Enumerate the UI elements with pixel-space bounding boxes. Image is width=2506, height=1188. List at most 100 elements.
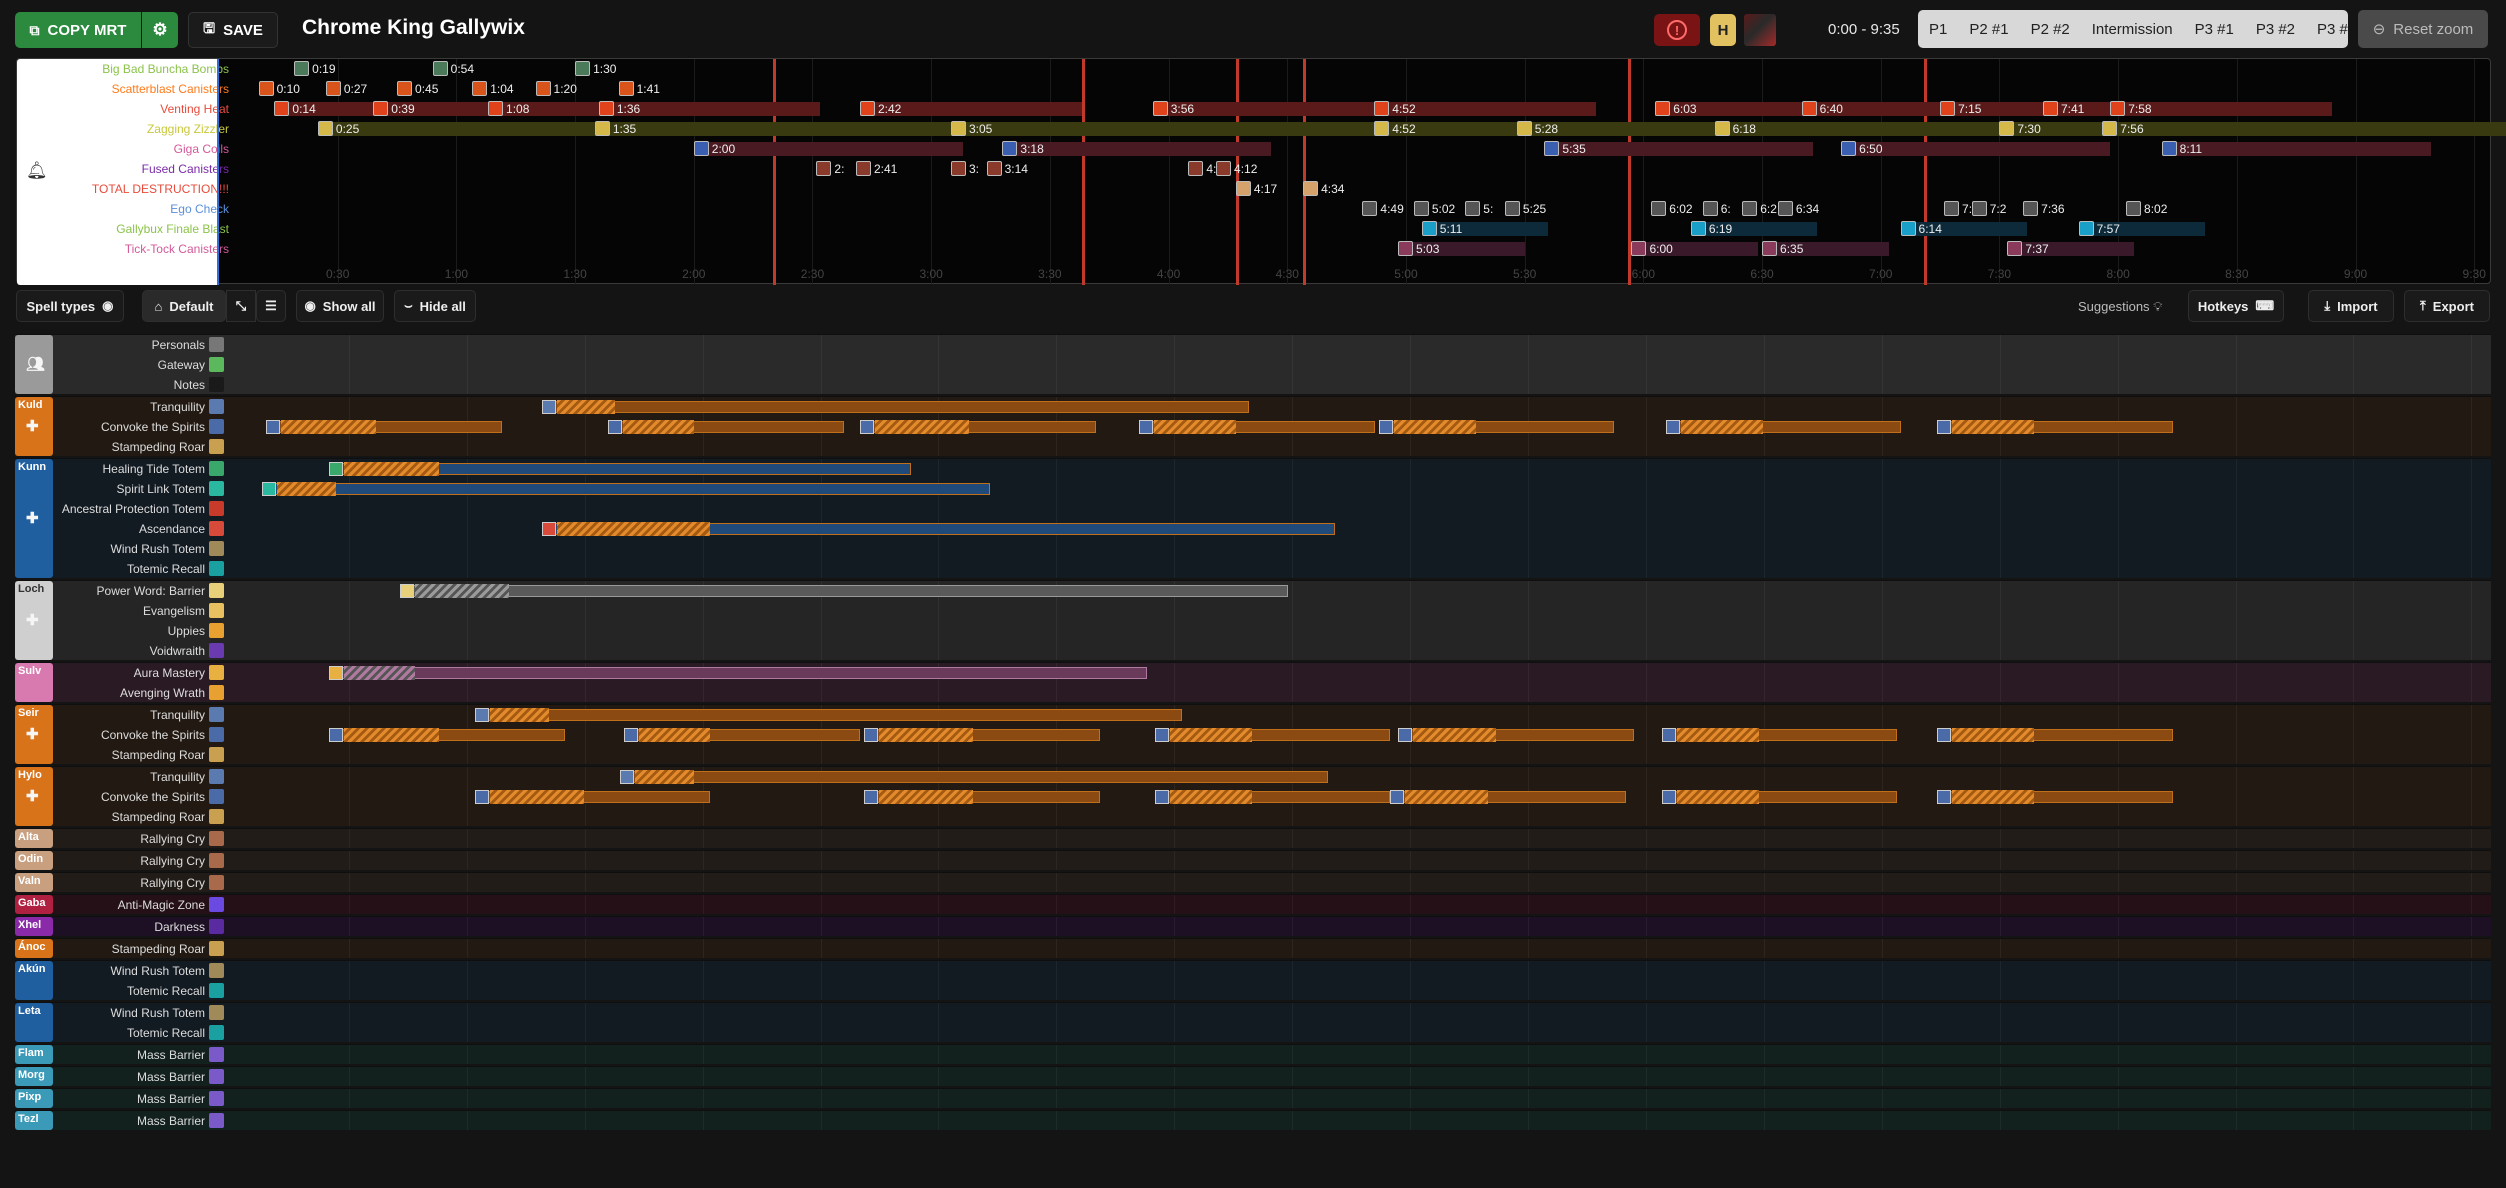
ability-icon[interactable] — [373, 101, 389, 116]
spell-icon[interactable] — [209, 1113, 224, 1128]
ability-icon[interactable] — [575, 61, 591, 76]
ability-icon[interactable] — [1421, 221, 1437, 236]
spell-icon[interactable] — [209, 1069, 224, 1084]
spell-icon[interactable] — [209, 461, 224, 476]
spell-track[interactable] — [231, 789, 2491, 806]
spell-track[interactable] — [231, 461, 2491, 478]
cast-marker[interactable] — [1936, 420, 1951, 434]
ability-icon[interactable] — [1944, 201, 1960, 216]
player-name-tag[interactable]: Tezl — [15, 1111, 53, 1130]
add-cast-icon[interactable]: ✚ — [26, 789, 39, 804]
ability-icon[interactable] — [1801, 101, 1817, 116]
ability-icon[interactable] — [1362, 201, 1378, 216]
spell-track[interactable] — [231, 875, 2491, 892]
spell-icon[interactable] — [209, 665, 224, 680]
spell-track[interactable] — [231, 541, 2491, 558]
spell-track[interactable] — [231, 853, 2491, 870]
ability-icon[interactable] — [1777, 201, 1793, 216]
ability-icon[interactable] — [1762, 241, 1778, 256]
export-button[interactable]: ⤒ Export — [2404, 290, 2490, 322]
spell-track[interactable] — [231, 665, 2491, 682]
spell-track[interactable] — [231, 623, 2491, 640]
ability-icon[interactable] — [598, 101, 614, 116]
cast-marker[interactable] — [474, 790, 489, 804]
ability-icon[interactable] — [488, 101, 504, 116]
spell-track[interactable] — [231, 521, 2491, 538]
ability-icon[interactable] — [294, 61, 310, 76]
ability-icon[interactable] — [2042, 101, 2058, 116]
spell-track[interactable] — [231, 941, 2491, 958]
spell-icon[interactable] — [209, 1091, 224, 1106]
ability-icon[interactable] — [1544, 141, 1560, 156]
player-name-tag[interactable]: Pixp — [15, 1089, 53, 1108]
ability-icon[interactable] — [325, 81, 341, 96]
ability-icon[interactable] — [1188, 161, 1204, 176]
ability-icon[interactable] — [1374, 121, 1390, 136]
spell-icon[interactable] — [209, 583, 224, 598]
cast-marker[interactable] — [1138, 420, 1153, 434]
cast-marker[interactable] — [1378, 420, 1393, 434]
add-cast-icon[interactable]: ✚ — [26, 727, 39, 742]
ability-icon[interactable] — [1631, 241, 1647, 256]
player-name-tag[interactable]: Xhel — [15, 917, 53, 936]
spell-icon[interactable] — [209, 685, 224, 700]
player-name-tag[interactable]: Loch ✚ — [15, 581, 53, 660]
ability-icon[interactable] — [816, 161, 832, 176]
spell-icon[interactable] — [209, 707, 224, 722]
cast-marker[interactable] — [1154, 790, 1169, 804]
spell-icon[interactable] — [209, 439, 224, 454]
default-view-button[interactable]: ⌂ Default — [142, 290, 226, 322]
ability-icon[interactable] — [950, 121, 966, 136]
ability-icon[interactable] — [1714, 121, 1730, 136]
spell-track[interactable] — [231, 685, 2491, 702]
ability-icon[interactable] — [1398, 241, 1414, 256]
difficulty-button[interactable]: H — [1710, 14, 1736, 46]
player-name-tag[interactable]: Akún — [15, 961, 53, 1000]
spell-track[interactable] — [231, 419, 2491, 436]
spell-icon[interactable] — [209, 1025, 224, 1040]
cast-marker[interactable] — [541, 522, 556, 536]
cast-marker[interactable] — [620, 770, 635, 784]
add-cast-icon[interactable]: ✚ — [26, 511, 39, 526]
spell-icon[interactable] — [209, 747, 224, 762]
ability-icon[interactable] — [2161, 141, 2177, 156]
ability-icon[interactable] — [618, 81, 634, 96]
phase-tab-0[interactable]: P1 — [1918, 21, 1958, 38]
spell-icon[interactable] — [209, 521, 224, 536]
ability-icon[interactable] — [1651, 201, 1667, 216]
cast-marker[interactable] — [1390, 790, 1405, 804]
spell-track[interactable] — [231, 963, 2491, 980]
ability-icon[interactable] — [1702, 201, 1718, 216]
ability-icon[interactable] — [2007, 241, 2023, 256]
spell-track[interactable] — [231, 1069, 2491, 1086]
player-name-tag[interactable]: Valn — [15, 873, 53, 892]
ability-icon[interactable] — [950, 161, 966, 176]
phase-tab-1[interactable]: P2 #1 — [1958, 21, 2019, 38]
ability-icon[interactable] — [986, 161, 1002, 176]
phase-tab-2[interactable]: P2 #2 — [2020, 21, 2081, 38]
reset-zoom-button[interactable]: ⊖ Reset zoom — [2358, 10, 2488, 48]
spell-icon[interactable] — [209, 501, 224, 516]
ability-icon[interactable] — [2078, 221, 2094, 236]
spell-icon[interactable] — [209, 1047, 224, 1062]
spell-icon[interactable] — [209, 419, 224, 434]
spell-track[interactable] — [231, 707, 2491, 724]
spell-icon[interactable] — [209, 623, 224, 638]
spell-track[interactable] — [231, 831, 2491, 848]
cast-marker[interactable] — [624, 728, 639, 742]
ability-icon[interactable] — [1690, 221, 1706, 236]
spell-icon[interactable] — [209, 983, 224, 998]
player-name-tag[interactable]: Ánoc — [15, 939, 53, 958]
cast-marker[interactable] — [329, 666, 344, 680]
suggestions-toggle[interactable]: Suggestions 💡︎ — [2078, 299, 2162, 315]
collapse-button[interactable]: ⤡ — [226, 290, 256, 322]
save-button[interactable]: 🖫 SAVE — [188, 12, 278, 48]
ability-icon[interactable] — [1235, 181, 1251, 196]
cast-marker[interactable] — [541, 400, 556, 414]
spell-track[interactable] — [231, 809, 2491, 826]
spell-icon[interactable] — [209, 727, 224, 742]
ability-icon[interactable] — [1152, 101, 1168, 116]
ability-icon[interactable] — [594, 121, 610, 136]
import-button[interactable]: ⤓ Import — [2308, 290, 2394, 322]
spell-track[interactable] — [231, 583, 2491, 600]
